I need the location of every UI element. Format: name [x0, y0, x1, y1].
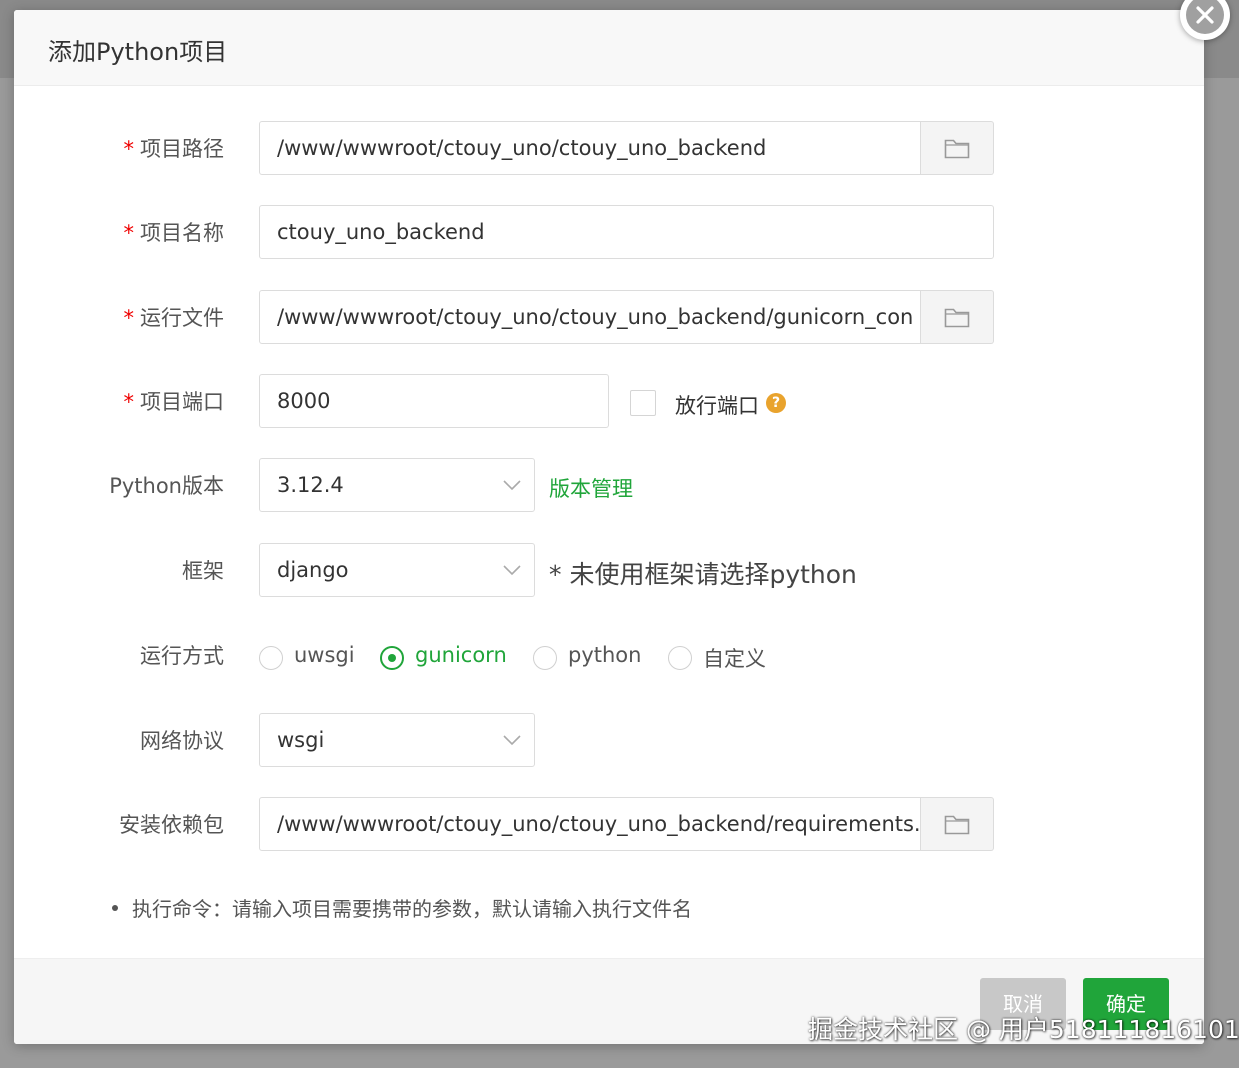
help-icon[interactable]: ? [766, 393, 786, 413]
framework-row: 框架 django * 未使用框架请选择python [14, 543, 1204, 599]
radio-gunicorn-label[interactable]: gunicorn [415, 643, 507, 667]
project-path-label-text: 项目路径 [140, 137, 224, 161]
required-mark: * [123, 221, 135, 245]
project-name-row: * 项目名称 ctouy_uno_backend [14, 205, 1204, 261]
version-manage-link[interactable]: 版本管理 [549, 473, 633, 503]
run-file-browse-button[interactable] [921, 290, 994, 344]
project-name-input[interactable]: ctouy_uno_backend [259, 205, 994, 259]
python-version-label: Python版本 [109, 474, 224, 498]
open-port-label: 放行端口 [675, 394, 759, 418]
framework-hint: * 未使用框架请选择python [549, 560, 857, 589]
run-file-input[interactable]: /www/wwwroot/ctouy_uno/ctouy_uno_backend… [259, 290, 921, 344]
project-name-label-text: 项目名称 [140, 221, 224, 245]
dialog-title: 添加Python项目 [48, 38, 228, 66]
chevron-down-icon [503, 565, 521, 576]
run-file-label-text: 运行文件 [140, 306, 224, 330]
radio-uwsgi-label[interactable]: uwsgi [294, 643, 355, 667]
project-path-browse-button[interactable] [921, 121, 994, 175]
chevron-down-icon [503, 735, 521, 746]
required-mark: * [123, 390, 135, 414]
open-port-checkbox[interactable] [630, 390, 656, 416]
framework-label: 框架 [182, 559, 224, 583]
radio-uwsgi[interactable] [259, 646, 283, 670]
requirements-label: 安装依赖包 [119, 813, 224, 837]
dialog-header: 添加Python项目 [14, 10, 1204, 86]
project-port-input[interactable]: 8000 [259, 374, 609, 428]
project-port-label: * 项目端口 [14, 374, 225, 430]
project-path-label: * 项目路径 [14, 121, 225, 177]
add-python-project-dialog: 添加Python项目 * 项目路径 /www/wwwroot/ctouy_uno/… [14, 10, 1204, 1044]
folder-icon [944, 139, 970, 159]
close-icon [1186, 0, 1224, 34]
tip-bullet [112, 905, 118, 911]
folder-icon [944, 308, 970, 328]
radio-python-label[interactable]: python [568, 643, 641, 667]
framework-value: django [277, 558, 349, 582]
network-protocol-value: wsgi [277, 728, 325, 752]
watermark-text: 掘金技术社区 @ 用户518111816101 [808, 1015, 1239, 1044]
framework-select[interactable]: django [259, 543, 535, 597]
requirements-row: 安装依赖包 /www/wwwroot/ctouy_uno/ctouy_uno_b… [14, 797, 1204, 853]
project-name-label: * 项目名称 [14, 205, 225, 261]
run-file-label: * 运行文件 [14, 290, 225, 346]
radio-custom[interactable] [668, 646, 692, 670]
chevron-down-icon [503, 480, 521, 491]
folder-icon [944, 815, 970, 835]
run-mode-label: 运行方式 [140, 644, 224, 668]
project-port-row: * 项目端口 8000 放行端口 ? [14, 374, 1204, 430]
project-port-label-text: 项目端口 [140, 390, 224, 414]
requirements-browse-button[interactable] [921, 797, 994, 851]
required-mark: * [123, 306, 135, 330]
network-protocol-row: 网络协议 wsgi [14, 713, 1204, 769]
network-protocol-label: 网络协议 [140, 729, 224, 753]
command-tip: 执行命令：请输入项目需要携带的参数，默认请输入执行文件名 [132, 897, 692, 921]
run-mode-row: 运行方式 uwsgi gunicorn python 自定义 [14, 628, 1204, 684]
radio-gunicorn[interactable] [380, 646, 404, 670]
network-protocol-select[interactable]: wsgi [259, 713, 535, 767]
run-file-row: * 运行文件 /www/wwwroot/ctouy_uno/ctouy_uno_b… [14, 290, 1204, 346]
required-mark: * [123, 137, 135, 161]
radio-python[interactable] [533, 646, 557, 670]
radio-custom-label[interactable]: 自定义 [703, 643, 766, 673]
project-path-row: * 项目路径 /www/wwwroot/ctouy_uno/ctouy_uno_b… [14, 121, 1204, 177]
project-path-input[interactable]: /www/wwwroot/ctouy_uno/ctouy_uno_backend [259, 121, 921, 175]
requirements-input[interactable]: /www/wwwroot/ctouy_uno/ctouy_uno_backend… [259, 797, 921, 851]
python-version-select[interactable]: 3.12.4 [259, 458, 535, 512]
python-version-value: 3.12.4 [277, 473, 344, 497]
python-version-row: Python版本 3.12.4 版本管理 [14, 458, 1204, 514]
